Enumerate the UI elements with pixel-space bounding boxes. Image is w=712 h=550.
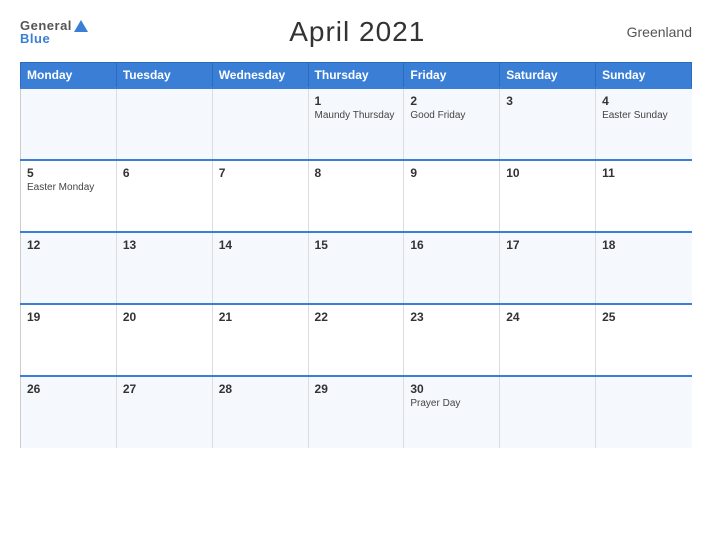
day-number: 30 [410, 382, 493, 396]
day-number: 2 [410, 94, 493, 108]
calendar-header-row: MondayTuesdayWednesdayThursdayFridaySatu… [21, 63, 692, 89]
calendar-event: Prayer Day [410, 398, 493, 409]
calendar-cell: 3 [500, 88, 596, 160]
logo: General Blue [20, 19, 88, 45]
logo-triangle-icon [74, 20, 88, 32]
calendar-cell: 9 [404, 160, 500, 232]
calendar-cell: 13 [116, 232, 212, 304]
region-label: Greenland [627, 24, 692, 40]
day-number: 21 [219, 310, 302, 324]
week-row-4: 19 20 21 22 23 24 25 [21, 304, 692, 376]
day-number: 12 [27, 238, 110, 252]
day-number: 7 [219, 166, 302, 180]
calendar-cell: 11 [596, 160, 692, 232]
calendar-cell: 25 [596, 304, 692, 376]
calendar-cell: 12 [21, 232, 117, 304]
calendar-cell: 15 [308, 232, 404, 304]
day-number: 11 [602, 166, 685, 180]
calendar-cell: 27 [116, 376, 212, 448]
day-number: 19 [27, 310, 110, 324]
day-number: 15 [315, 238, 398, 252]
week-row-1: 1 Maundy Thursday 2 Good Friday 34 Easter Sun… [21, 88, 692, 160]
logo-blue-text: Blue [20, 32, 88, 45]
calendar-cell: 14 [212, 232, 308, 304]
calendar-cell: 26 [21, 376, 117, 448]
calendar-cell: 19 [21, 304, 117, 376]
col-header-sunday: Sunday [596, 63, 692, 89]
calendar-event: Easter Sunday [602, 110, 685, 121]
calendar-cell: 18 [596, 232, 692, 304]
day-number: 1 [315, 94, 398, 108]
calendar-cell: 10 [500, 160, 596, 232]
calendar-cell: 17 [500, 232, 596, 304]
calendar-cell: 6 [116, 160, 212, 232]
col-header-tuesday: Tuesday [116, 63, 212, 89]
calendar-cell: 8 [308, 160, 404, 232]
day-number: 8 [315, 166, 398, 180]
calendar-cell: 5 Easter Monday [21, 160, 117, 232]
day-number: 22 [315, 310, 398, 324]
calendar-cell [500, 376, 596, 448]
calendar-cell: 29 [308, 376, 404, 448]
calendar-event: Maundy Thursday [315, 110, 398, 121]
day-number: 23 [410, 310, 493, 324]
calendar-cell: 30 Prayer Day [404, 376, 500, 448]
week-row-2: 5 Easter Monday 6789 10 11 [21, 160, 692, 232]
calendar-title: April 2021 [289, 16, 425, 48]
day-number: 27 [123, 382, 206, 396]
day-number: 18 [602, 238, 685, 252]
calendar-cell: 22 [308, 304, 404, 376]
calendar-cell [212, 88, 308, 160]
day-number: 5 [27, 166, 110, 180]
day-number: 9 [410, 166, 493, 180]
day-number: 4 [602, 94, 685, 108]
col-header-thursday: Thursday [308, 63, 404, 89]
day-number: 25 [602, 310, 685, 324]
calendar-event: Easter Monday [27, 182, 110, 193]
calendar-cell [21, 88, 117, 160]
day-number: 28 [219, 382, 302, 396]
day-number: 14 [219, 238, 302, 252]
week-row-5: 26 27 28 29 30 Prayer Day [21, 376, 692, 448]
calendar-cell [116, 88, 212, 160]
day-number: 17 [506, 238, 589, 252]
calendar-cell: 7 [212, 160, 308, 232]
calendar-cell: 20 [116, 304, 212, 376]
col-header-saturday: Saturday [500, 63, 596, 89]
calendar-cell: 1 Maundy Thursday [308, 88, 404, 160]
calendar-cell: 16 [404, 232, 500, 304]
calendar-cell: 23 [404, 304, 500, 376]
calendar-cell: 24 [500, 304, 596, 376]
calendar-event: Good Friday [410, 110, 493, 121]
calendar-cell [596, 376, 692, 448]
calendar-cell: 28 [212, 376, 308, 448]
day-number: 16 [410, 238, 493, 252]
calendar-cell: 21 [212, 304, 308, 376]
calendar-table: MondayTuesdayWednesdayThursdayFridaySatu… [20, 62, 692, 448]
day-number: 13 [123, 238, 206, 252]
day-number: 26 [27, 382, 110, 396]
day-number: 6 [123, 166, 206, 180]
week-row-3: 12 13 14 15 16 17 18 [21, 232, 692, 304]
day-number: 20 [123, 310, 206, 324]
calendar-cell: 4 Easter Sunday [596, 88, 692, 160]
day-number: 10 [506, 166, 589, 180]
calendar-page: General Blue April 2021 Greenland Monday… [0, 0, 712, 550]
col-header-friday: Friday [404, 63, 500, 89]
day-number: 29 [315, 382, 398, 396]
col-header-wednesday: Wednesday [212, 63, 308, 89]
col-header-monday: Monday [21, 63, 117, 89]
day-number: 3 [506, 94, 589, 108]
day-number: 24 [506, 310, 589, 324]
header: General Blue April 2021 Greenland [20, 16, 692, 48]
calendar-cell: 2 Good Friday [404, 88, 500, 160]
